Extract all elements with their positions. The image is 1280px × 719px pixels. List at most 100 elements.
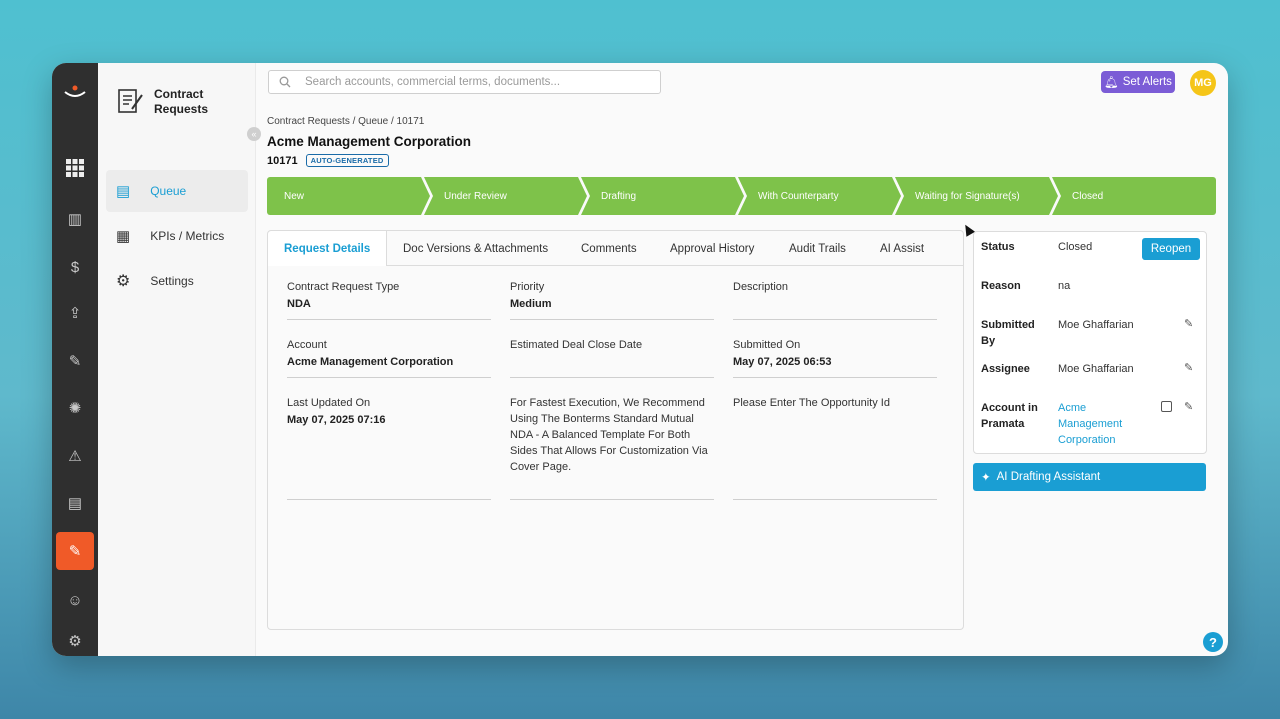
robot-icon[interactable]: ☺ <box>60 585 90 615</box>
stage-progress-bar: New Under Review Drafting With Counterpa… <box>267 177 1216 215</box>
assignee-value: Moe Ghaffarian <box>1058 363 1134 375</box>
request-id-row: 10171 AUTO-GENERATED <box>267 154 389 167</box>
tab-request-details[interactable]: Request Details <box>268 231 388 266</box>
last-updated-field: Last Updated On May 07, 2025 07:16 <box>287 395 491 500</box>
field-divider <box>733 319 937 320</box>
ai-drafting-label: AI Drafting Assistant <box>996 471 1101 483</box>
sidebar-item-kpis[interactable]: ▦ KPIs / Metrics <box>106 215 248 257</box>
warning-document-icon[interactable]: ⚠ <box>60 441 90 471</box>
image-icon[interactable] <box>1161 401 1172 412</box>
search-icon <box>279 76 291 88</box>
apps-grid-icon[interactable] <box>60 153 90 183</box>
sidebar-item-queue[interactable]: ▤ Queue <box>106 170 248 212</box>
stage-closed[interactable]: Closed <box>1052 177 1216 215</box>
search-input[interactable] <box>305 76 605 88</box>
assignee-label: Assignee <box>981 363 1030 375</box>
edit-document-icon[interactable]: ✎ <box>60 346 90 376</box>
edit-assignee-icon[interactable]: ✎ <box>1184 361 1193 374</box>
building-icon[interactable]: ▥ <box>60 204 90 234</box>
edit-submitter-icon[interactable]: ✎ <box>1184 317 1193 330</box>
sidebar-item-label: KPIs / Metrics <box>150 229 225 243</box>
sidebar-item-label: Queue <box>150 184 187 198</box>
stage-drafting[interactable]: Drafting <box>581 177 744 215</box>
opportunity-prompt: Please Enter The Opportunity Id <box>733 397 890 409</box>
tab-approval-history[interactable]: Approval History <box>670 231 754 266</box>
icon-rail: ▥ $ ⇪ ✎ ✺ ⚠ ▤ ✎ ☺ ⚙ <box>52 63 98 656</box>
tab-ai-assist[interactable]: AI Assist <box>880 231 924 266</box>
chart-icon: ▦ <box>116 228 131 245</box>
breadcrumb[interactable]: Contract Requests / Queue / 10171 <box>267 116 424 127</box>
stage-under-review[interactable]: Under Review <box>424 177 587 215</box>
app-window: ▥ $ ⇪ ✎ ✺ ⚠ ▤ ✎ ☺ ⚙ Contract Requests « … <box>52 63 1228 656</box>
field-divider <box>287 319 491 320</box>
gear-icon: ⚙ <box>116 273 131 290</box>
help-icon[interactable]: ? <box>1203 632 1223 652</box>
contract-edit-icon <box>118 89 143 113</box>
field-label: Estimated Deal Close Date <box>510 339 643 351</box>
avatar[interactable]: MG <box>1190 70 1216 96</box>
dollar-document-icon[interactable]: $ <box>60 252 90 282</box>
status-card: Status Closed Reopen Reason na Submitted… <box>973 231 1207 454</box>
contract-requests-icon[interactable]: ✎ <box>56 532 94 570</box>
field-divider <box>733 499 937 500</box>
request-id: 10171 <box>267 154 298 167</box>
settings-gear-icon[interactable]: ⚙ <box>60 626 90 656</box>
reopen-button[interactable]: Reopen <box>1142 238 1200 260</box>
field-value: Acme Management Corporation <box>287 356 454 368</box>
request-details-panel: Request Details Doc Versions & Attachmen… <box>267 230 964 630</box>
sidebar-item-label: Settings <box>150 274 194 288</box>
field-divider <box>510 499 714 500</box>
description-field: Description <box>733 279 937 320</box>
sidebar-title: Contract Requests <box>154 87 209 116</box>
field-divider <box>287 499 491 500</box>
network-icon[interactable]: ✺ <box>60 393 90 423</box>
collapse-sidebar-icon[interactable]: « <box>247 127 261 141</box>
field-divider <box>733 377 937 378</box>
account-link[interactable]: Acme Management Corporation <box>1058 400 1133 448</box>
ai-drafting-assistant-button[interactable]: ✦ AI Drafting Assistant <box>973 463 1206 491</box>
field-label: Account <box>287 339 327 351</box>
section-sidebar: Contract Requests « ▤ Queue ▦ KPIs / Met… <box>98 63 261 656</box>
search-bar[interactable] <box>268 70 661 94</box>
sidebar-item-settings[interactable]: ⚙ Settings <box>106 260 248 302</box>
reason-value: na <box>1058 280 1071 292</box>
field-value: NDA <box>287 298 311 310</box>
document-icon: ▤ <box>116 183 131 200</box>
sparkle-icon: ✦ <box>981 472 991 484</box>
recommendation-field: For Fastest Execution, We Recommend Usin… <box>510 395 714 500</box>
stage-new[interactable]: New <box>267 177 430 215</box>
submitted-by-value: Moe Ghaffarian <box>1058 319 1134 331</box>
sidebar-header: Contract Requests <box>116 87 224 117</box>
recommendation-text: For Fastest Execution, We Recommend Usin… <box>510 397 708 473</box>
status-label: Status <box>981 241 1015 253</box>
tab-audit-trails[interactable]: Audit Trails <box>789 231 846 266</box>
tab-comments[interactable]: Comments <box>581 231 637 266</box>
page-title: Acme Management Corporation <box>267 134 472 149</box>
stage-waiting-for-signature[interactable]: Waiting for Signature(s) <box>895 177 1058 215</box>
tab-bar: Request Details Doc Versions & Attachmen… <box>268 231 963 266</box>
bell-icon: 🔔︎ <box>1104 77 1119 89</box>
priority-field: Priority Medium <box>510 279 714 320</box>
field-divider <box>510 377 714 378</box>
field-value: May 07, 2025 06:53 <box>733 356 832 368</box>
contract-type-field: Contract Request Type NDA <box>287 279 491 320</box>
field-label: Priority <box>510 281 545 293</box>
field-value: May 07, 2025 07:16 <box>287 414 386 426</box>
account-label: Account in Pramata <box>981 402 1038 430</box>
field-label: Description <box>733 281 789 293</box>
edit-account-icon[interactable]: ✎ <box>1184 400 1193 413</box>
set-alerts-button[interactable]: 🔔︎ Set Alerts <box>1101 71 1175 93</box>
field-label: Submitted On <box>733 339 801 351</box>
auto-generated-badge: AUTO-GENERATED <box>305 154 389 167</box>
document-list-icon[interactable]: ▤ <box>60 488 90 518</box>
tab-doc-versions[interactable]: Doc Versions & Attachments <box>403 231 548 266</box>
submitted-by-label: Submitted By <box>981 319 1035 347</box>
field-label: Contract Request Type <box>287 281 400 293</box>
opportunity-field: Please Enter The Opportunity Id <box>733 395 937 500</box>
stage-with-counterparty[interactable]: With Counterparty <box>738 177 901 215</box>
upload-document-icon[interactable]: ⇪ <box>60 298 90 328</box>
set-alerts-label: Set Alerts <box>1122 76 1172 88</box>
field-divider <box>510 319 714 320</box>
field-divider <box>287 377 491 378</box>
field-value: Medium <box>510 298 552 310</box>
